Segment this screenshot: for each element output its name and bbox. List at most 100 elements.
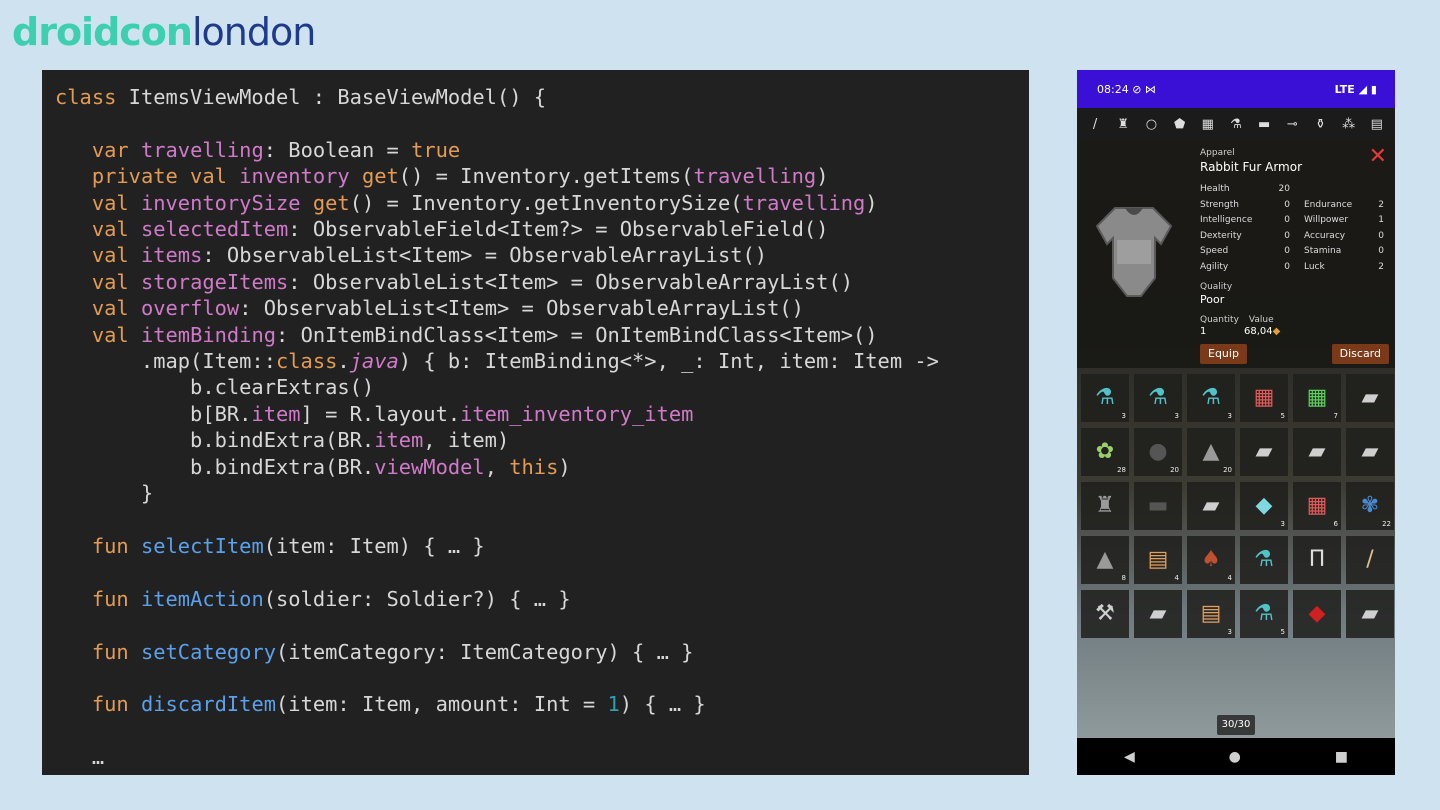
stat-value: 20 [1278, 184, 1290, 194]
flask-icon[interactable]: ⚱ [1310, 114, 1330, 134]
item-count: 5 [1280, 412, 1285, 420]
stat-row: Speed 0 Stamina 0 [1200, 246, 1390, 262]
inventory-slot[interactable]: ⚗ 5 [1240, 590, 1288, 638]
close-icon[interactable]: ✕ [1369, 144, 1387, 169]
inventory-slot[interactable]: ♜ [1081, 482, 1129, 530]
inventory-slot[interactable]: ▰ [1346, 590, 1394, 638]
bone-icon[interactable]: ⊸ [1282, 114, 1302, 134]
item-count: 3 [1227, 628, 1232, 636]
item-name: Rabbit Fur Armor [1200, 160, 1303, 174]
stat-value: 2 [1378, 199, 1384, 210]
quantity-value: 1 [1200, 326, 1207, 337]
inventory-slot[interactable]: ◆ 3 [1240, 482, 1288, 530]
ingot-icon: ▰ [1149, 601, 1167, 626]
pants-icon: Π [1308, 547, 1326, 572]
recents-button[interactable]: ■ [1335, 749, 1348, 765]
inventory-slot[interactable]: ⚗ 3 [1081, 374, 1129, 422]
item-count: 3 [1174, 412, 1179, 420]
inventory-slot[interactable]: ▰ [1187, 482, 1235, 530]
inventory-slot[interactable]: ⚗ [1240, 536, 1288, 584]
potion-icon: ⚗ [1148, 385, 1168, 410]
inventory-slot[interactable]: ▰ [1293, 428, 1341, 476]
inventory-slot[interactable]: ▰ [1240, 428, 1288, 476]
dice-icon[interactable]: ▦ [1198, 114, 1218, 134]
sword-icon[interactable]: / [1085, 114, 1105, 134]
potion-icon[interactable]: ⚗ [1226, 114, 1246, 134]
potion-icon: ⚗ [1201, 385, 1221, 410]
inventory-slot[interactable]: ▰ [1346, 374, 1394, 422]
ore-icon[interactable]: ⁂ [1339, 114, 1359, 134]
stone-icon: ● [1148, 439, 1168, 464]
book-icon[interactable]: ▤ [1367, 114, 1387, 134]
category-bar: / ♜ ○ ⬟ ▦ ⚗ ▬ ⊸ ⚱ ⁂ ▤ [1077, 108, 1395, 140]
item-count: 20 [1223, 466, 1232, 474]
item-count: 3 [1121, 412, 1126, 420]
potion-icon: ⚗ [1095, 385, 1115, 410]
inventory-slot[interactable]: ▤ 4 [1134, 536, 1182, 584]
coin-icon: ◆ [1272, 326, 1281, 337]
inventory-slot[interactable]: / [1346, 536, 1394, 584]
equip-button[interactable]: Equip [1200, 344, 1247, 364]
item-count: 22 [1382, 520, 1391, 528]
inventory-slot[interactable]: ▦ 6 [1293, 482, 1341, 530]
inventory-slot[interactable]: ▰ [1346, 428, 1394, 476]
back-button[interactable]: ◀ [1124, 749, 1135, 765]
inventory-slot[interactable]: ✿ 28 [1081, 428, 1129, 476]
stat-name: Luck [1304, 261, 1325, 272]
stat-value: 0 [1284, 199, 1290, 210]
item-count: 7 [1333, 412, 1338, 420]
inventory-slot[interactable]: ⚗ 3 [1187, 374, 1235, 422]
item-count: 5 [1280, 628, 1285, 636]
inventory-slot[interactable]: Π [1293, 536, 1341, 584]
inventory-grid: ⚗ 3 ⚗ 3 ⚗ 3 ▦ 5 ▦ 7 ▰ ✿ 28 ● 20 ▲ 20 ▰ ▰ ▰ ♜ ▬ ▰ ◆ 3 ▦ 6 ✾ 22 ▲ 8 ▤ 4 ♠ 4 ⚗… [1081, 374, 1394, 638]
stat-row: Dexterity 0 Accuracy 0 [1200, 231, 1390, 247]
ingot-icon: ▰ [1202, 493, 1220, 518]
inventory-slot[interactable]: ● 20 [1134, 428, 1182, 476]
rock-icon: ▲ [1096, 547, 1114, 572]
inventory-slot[interactable]: ▲ 8 [1081, 536, 1129, 584]
inventory-slot[interactable]: ▰ [1134, 590, 1182, 638]
inventory-slot[interactable]: ◆ [1293, 590, 1341, 638]
ring-icon[interactable]: ○ [1141, 114, 1161, 134]
inventory-slot[interactable]: ⚒ [1081, 590, 1129, 638]
mushroom-icon: ♠ [1201, 547, 1221, 572]
inventory-slot[interactable]: ▬ [1134, 482, 1182, 530]
droidcon-london-logo: droidconlondon [12, 10, 316, 54]
inventory-slot[interactable]: ♠ 4 [1187, 536, 1235, 584]
stat-name: Endurance [1304, 199, 1353, 210]
item-count: 20 [1170, 466, 1179, 474]
pentagon-icon[interactable]: ⬟ [1170, 114, 1190, 134]
item-count: 6 [1333, 520, 1338, 528]
phone-screenshot: 08:24 ⊘ ⋈ LTE ◢ ▮ / ♜ ○ ⬟ ▦ ⚗ ▬ ⊸ ⚱ ⁂ ▤ Apparel Ra… [1077, 70, 1395, 775]
status-bar: 08:24 ⊘ ⋈ LTE ◢ ▮ [1077, 70, 1395, 108]
inventory-slot[interactable]: ▦ 7 [1293, 374, 1341, 422]
item-count: 4 [1174, 574, 1179, 582]
stat-row: Strength 0 Endurance 2 [1200, 200, 1390, 216]
inventory-slot[interactable]: ▲ 20 [1187, 428, 1235, 476]
armor-icon [1095, 207, 1173, 297]
stat-name: Intelligence [1200, 215, 1253, 226]
item-detail-panel: Apparel Rabbit Fur Armor ✕ Health 20 Stren… [1077, 140, 1395, 368]
potion-icon: ⚗ [1254, 547, 1274, 572]
stat-name: Speed [1200, 246, 1229, 257]
inventory-slot[interactable]: ▦ 5 [1240, 374, 1288, 422]
network-indicator: LTE ◢ ▮ [1334, 82, 1377, 96]
value-label: Value [1248, 315, 1274, 325]
herb-icon: ✾ [1360, 493, 1380, 518]
stats-table: Health 20 Strength 0 Endurance 2 Intelligence 0… [1200, 184, 1390, 278]
inventory-slot[interactable]: ✾ 22 [1346, 482, 1394, 530]
inventory-slot[interactable]: ⚗ 3 [1134, 374, 1182, 422]
meat-icon[interactable]: ▬ [1254, 114, 1274, 134]
quality-label: Quality [1200, 282, 1233, 292]
armor-icon[interactable]: ♜ [1113, 114, 1133, 134]
inventory-slot[interactable]: ▤ 3 [1187, 590, 1235, 638]
discard-button[interactable]: Discard [1331, 344, 1389, 364]
home-button[interactable]: ● [1229, 749, 1241, 765]
ingot-icon: ▰ [1361, 385, 1379, 410]
potion-icon: ⚗ [1254, 601, 1274, 626]
book-icon: ▤ [1200, 601, 1222, 626]
clock: 08:24 [1097, 82, 1129, 96]
code-panel: class ItemsViewModel : BaseViewModel() {… [42, 70, 1029, 775]
stat-row: Intelligence 0 Willpower 1 [1200, 215, 1390, 231]
ruby-icon: ◆ [1308, 601, 1326, 626]
